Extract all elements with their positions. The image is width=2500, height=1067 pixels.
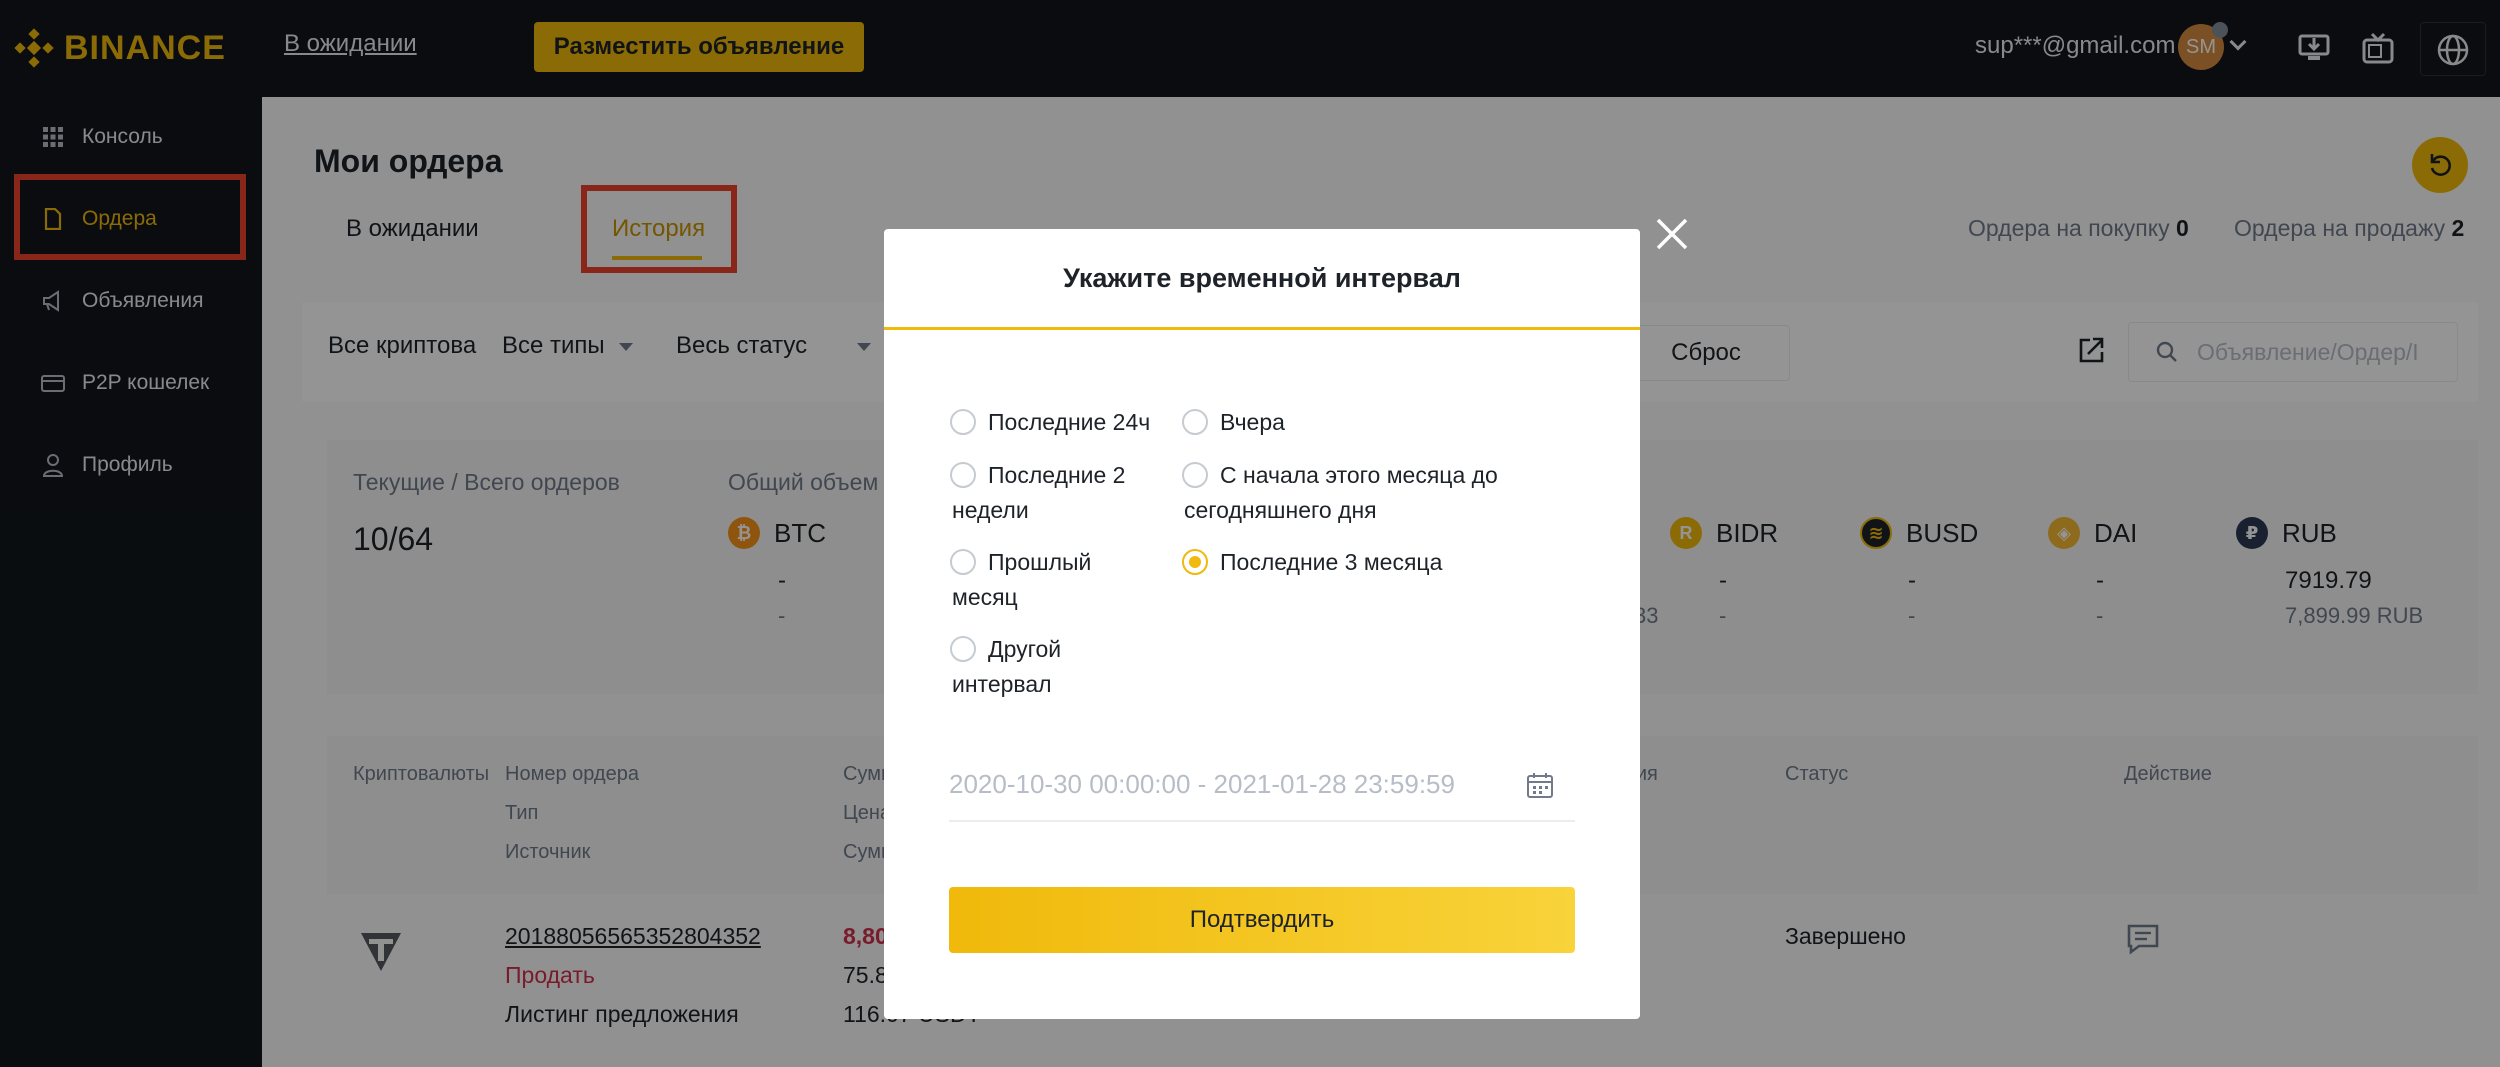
option-label: Последние 2 <box>988 462 1126 488</box>
radio-button[interactable] <box>950 636 976 662</box>
radio-button[interactable] <box>1182 409 1208 435</box>
confirm-button[interactable]: Подтвердить <box>949 887 1575 953</box>
radio-button[interactable] <box>950 549 976 575</box>
modal-title: Укажите временной интервал <box>1063 263 1461 293</box>
option-label: Вчера <box>1220 409 1285 435</box>
option-label-2: интервал <box>952 671 1052 697</box>
option-label-2: сегодняшнего дня <box>1184 497 1377 523</box>
close-icon[interactable] <box>1652 216 1692 256</box>
date-range-underline <box>949 820 1575 822</box>
option-label-2: недели <box>952 497 1029 523</box>
date-range-input[interactable]: 2020-10-30 00:00:00 - 2021-01-28 23:59:5… <box>949 769 1455 800</box>
option-label-2: месяц <box>952 584 1018 610</box>
radio-button[interactable] <box>1182 462 1208 488</box>
option-label: Последние 3 месяца <box>1220 549 1443 575</box>
radio-button-checked[interactable] <box>1182 549 1208 575</box>
radio-button[interactable] <box>950 409 976 435</box>
time-interval-modal: Укажите временной интервал Последние 24ч… <box>884 229 1640 1019</box>
option-label: Другой <box>988 636 1062 662</box>
option-label: Прошлый <box>988 549 1092 575</box>
option-label: С начала этого месяца до <box>1220 462 1498 488</box>
modal-title-divider <box>884 327 1640 330</box>
calendar-icon[interactable] <box>1526 771 1554 799</box>
radio-button[interactable] <box>950 462 976 488</box>
option-label: Последние 24ч <box>988 409 1151 435</box>
